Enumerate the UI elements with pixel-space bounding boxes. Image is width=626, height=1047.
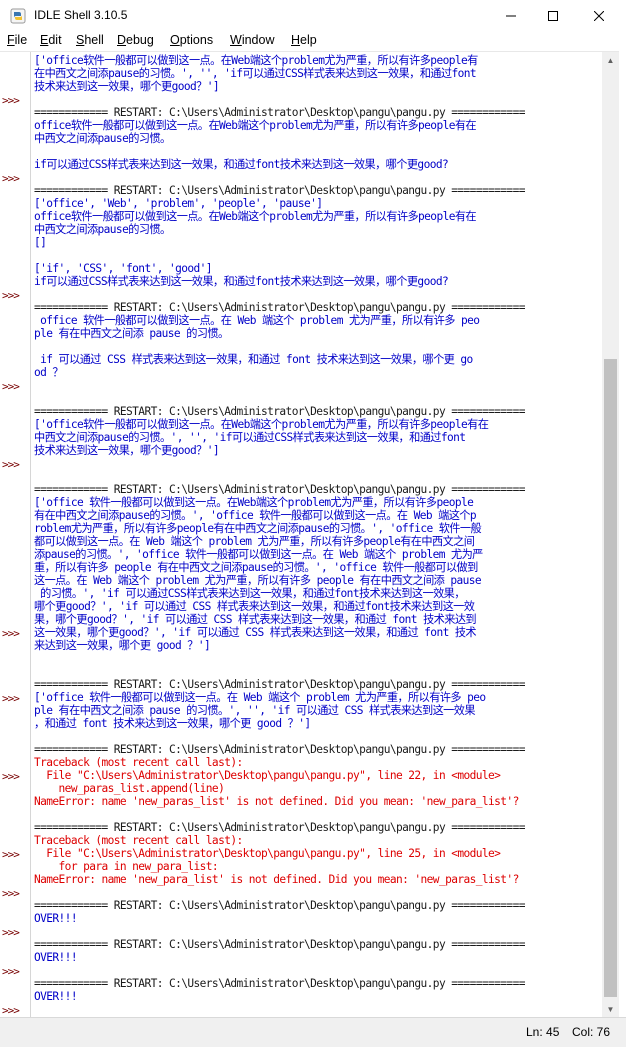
scroll-down-arrow-icon[interactable]: ▼ (602, 1001, 619, 1018)
menu-shell[interactable]: Shell (76, 33, 104, 47)
status-bar: Ln: 45 Col: 76 (0, 1017, 626, 1047)
restart-line: ============ RESTART: C:\Users\Administr… (34, 106, 525, 119)
output-line: 技术来达到这一效果，哪个更good？'] (34, 80, 220, 93)
status-line-number: Ln: 45 (526, 1025, 560, 1039)
output-line: if可以通过CSS样式表来达到这一效果，和通过font技术来达到这一效果，哪个更… (34, 158, 449, 171)
menu-edit[interactable]: Edit (40, 33, 62, 47)
restart-line: ============ RESTART: C:\Users\Administr… (34, 184, 525, 197)
shell-prompt: >>> (2, 965, 20, 978)
output-line: 在中西文之间添pause的习惯。', '', 'if可以通过CSS样式表来达到这… (34, 67, 477, 80)
restart-line: ============ RESTART: C:\Users\Administr… (34, 938, 525, 951)
shell-prompt: >>> (2, 94, 20, 107)
output-line: 来达到这一效果，哪个更 good ？'] (34, 639, 211, 652)
maximize-icon (548, 10, 558, 21)
output-line: [] (34, 236, 47, 249)
shell-prompt: >>> (2, 380, 20, 393)
minimize-icon (506, 15, 516, 16)
close-icon (594, 10, 604, 21)
output-line: if 可以通过 CSS 样式表来达到这一效果，和通过 font 技术来达到这一效… (34, 353, 473, 366)
output-line: 果，哪个更good？', 'if 可以通过 CSS 样式表来达到这一效果，和通过… (34, 613, 477, 626)
menu-window[interactable]: Window (230, 33, 274, 47)
output-line: 中西文之间添pause的习惯。 (34, 223, 171, 236)
window-title: IDLE Shell 3.10.5 (34, 8, 128, 22)
output-line: OVER!!! (34, 990, 78, 1003)
traceback-line: Traceback (most recent call last): (34, 756, 243, 769)
output-line: OVER!!! (34, 912, 78, 925)
output-line: 添pause的习惯。', 'office 软件一般都可以做到这一点。在 Web … (34, 548, 483, 561)
output-line: OVER!!! (34, 951, 78, 964)
output-line: 这一效果，哪个更good？', 'if 可以通过 CSS 样式表来达到这一效果，… (34, 626, 477, 639)
menu-help[interactable]: Help (291, 33, 317, 47)
python-idle-icon (10, 8, 26, 24)
output-line: 都可以做到这一点。在 Web 端这个 problem 尤为严重，所以有许多peo… (34, 535, 475, 548)
traceback-line: NameError: name 'new_para_list' is not d… (34, 873, 519, 886)
output-line: ['office软件一般都可以做到这一点。在Web端这个problem尤为严重，… (34, 418, 489, 431)
shell-prompt: >>> (2, 289, 20, 302)
restart-line: ============ RESTART: C:\Users\Administr… (34, 899, 525, 912)
menu-debug[interactable]: Debug (117, 33, 154, 47)
output-line: ['office', 'Web', 'problem', 'people', '… (34, 197, 323, 210)
shell-prompt: >>> (2, 627, 20, 640)
scrollbar-thumb[interactable] (604, 359, 617, 997)
close-button[interactable] (576, 0, 622, 31)
prompt-gutter: >>> >>> >>> >>> >>> >>> >>> >>> >>> >>> … (0, 52, 31, 1018)
menu-bar: File Edit Shell Debug Options Window Hel… (0, 31, 626, 51)
shell-text-area[interactable]: ['office软件一般都可以做到这一点。在Web端这个problem尤为严重，… (34, 52, 602, 1018)
output-line: 的习惯。', 'if 可以通过CSS样式表来达到这一效果，和通过font技术来达… (34, 587, 465, 600)
scroll-up-arrow-icon[interactable]: ▲ (602, 52, 619, 69)
output-line: 重，所以有许多 people 有在中西文之间添pause的习惯。', 'offi… (34, 561, 478, 574)
restart-line: ============ RESTART: C:\Users\Administr… (34, 743, 525, 756)
shell-prompt: >>> (2, 458, 20, 471)
menu-file[interactable]: File (7, 33, 27, 47)
restart-line: ============ RESTART: C:\Users\Administr… (34, 821, 525, 834)
title-bar: IDLE Shell 3.10.5 (0, 0, 626, 31)
shell-prompt: >>> (2, 172, 20, 185)
output-line: ['office 软件一般都可以做到这一点。在Web端这个problem尤为严重… (34, 496, 474, 509)
restart-line: ============ RESTART: C:\Users\Administr… (34, 483, 525, 496)
restart-line: ============ RESTART: C:\Users\Administr… (34, 678, 525, 691)
shell-prompt: >>> (2, 848, 20, 861)
output-line: office软件一般都可以做到这一点。在Web端这个problem尤为严重，所以… (34, 119, 477, 132)
output-line: ，和通过 font 技术来达到这一效果，哪个更 good ？'] (34, 717, 311, 730)
vertical-scrollbar[interactable]: ▲ ▼ (602, 52, 619, 1018)
output-line: 有在中西文之间添pause的习惯。', 'office 软件一般都可以做到这一点… (34, 509, 477, 522)
traceback-line: File "C:\Users\Administrator\Desktop\pan… (34, 847, 501, 860)
output-line: 哪个更good？', 'if 可以通过 CSS 样式表来达到这一效果，和通过fo… (34, 600, 475, 613)
maximize-button[interactable] (530, 0, 576, 31)
output-line: od ？ (34, 366, 64, 379)
output-line: 中西文之间添pause的习惯。', '', 'if可以通过CSS样式表来达到这一… (34, 431, 466, 444)
output-line: ple 有在中西文之间添 pause 的习惯。 (34, 327, 229, 340)
window-edge (619, 51, 626, 1017)
traceback-line: File "C:\Users\Administrator\Desktop\pan… (34, 769, 501, 782)
restart-line: ============ RESTART: C:\Users\Administr… (34, 977, 525, 990)
output-line: if可以通过CSS样式表来达到这一效果，和通过font技术来达到这一效果，哪个更… (34, 275, 449, 288)
restart-line: ============ RESTART: C:\Users\Administr… (34, 405, 525, 418)
shell-prompt: >>> (2, 926, 20, 939)
output-line: ['office软件一般都可以做到这一点。在Web端这个problem尤为严重，… (34, 54, 478, 67)
minimize-button[interactable] (488, 0, 534, 31)
menu-options[interactable]: Options (170, 33, 213, 47)
output-line: ple 有在中西文之间添 pause 的习惯。', '', 'if 可以通过 C… (34, 704, 476, 717)
output-line: 这一点。在 Web 端这个 problem 尤为严重，所以有许多 people … (34, 574, 482, 587)
shell-area: >>> >>> >>> >>> >>> >>> >>> >>> >>> >>> … (0, 51, 626, 1018)
traceback-line: new_paras_list.append(line) (34, 782, 225, 795)
status-column-number: Col: 76 (572, 1025, 611, 1039)
output-line: roblem尤为严重，所以有许多people有在中西文之间添pause的习惯。'… (34, 522, 482, 535)
traceback-line: Traceback (most recent call last): (34, 834, 243, 847)
shell-prompt: >>> (2, 770, 20, 783)
shell-prompt: >>> (2, 1004, 20, 1017)
output-line: 技术来达到这一效果，哪个更good？'] (34, 444, 220, 457)
shell-prompt: >>> (2, 887, 20, 900)
output-line: ['if', 'CSS', 'font', 'good'] (34, 262, 213, 275)
traceback-line: NameError: name 'new_paras_list' is not … (34, 795, 519, 808)
traceback-line: for para in new_para_list: (34, 860, 219, 873)
restart-line: ============ RESTART: C:\Users\Administr… (34, 301, 525, 314)
output-line: ['office 软件一般都可以做到这一点。在 Web 端这个 problem … (34, 691, 486, 704)
shell-prompt: >>> (2, 692, 20, 705)
output-line: 中西文之间添pause的习惯。 (34, 132, 171, 145)
output-line: office 软件一般都可以做到这一点。在 Web 端这个 problem 尤为… (34, 314, 480, 327)
output-line: office软件一般都可以做到这一点。在Web端这个problem尤为严重，所以… (34, 210, 477, 223)
